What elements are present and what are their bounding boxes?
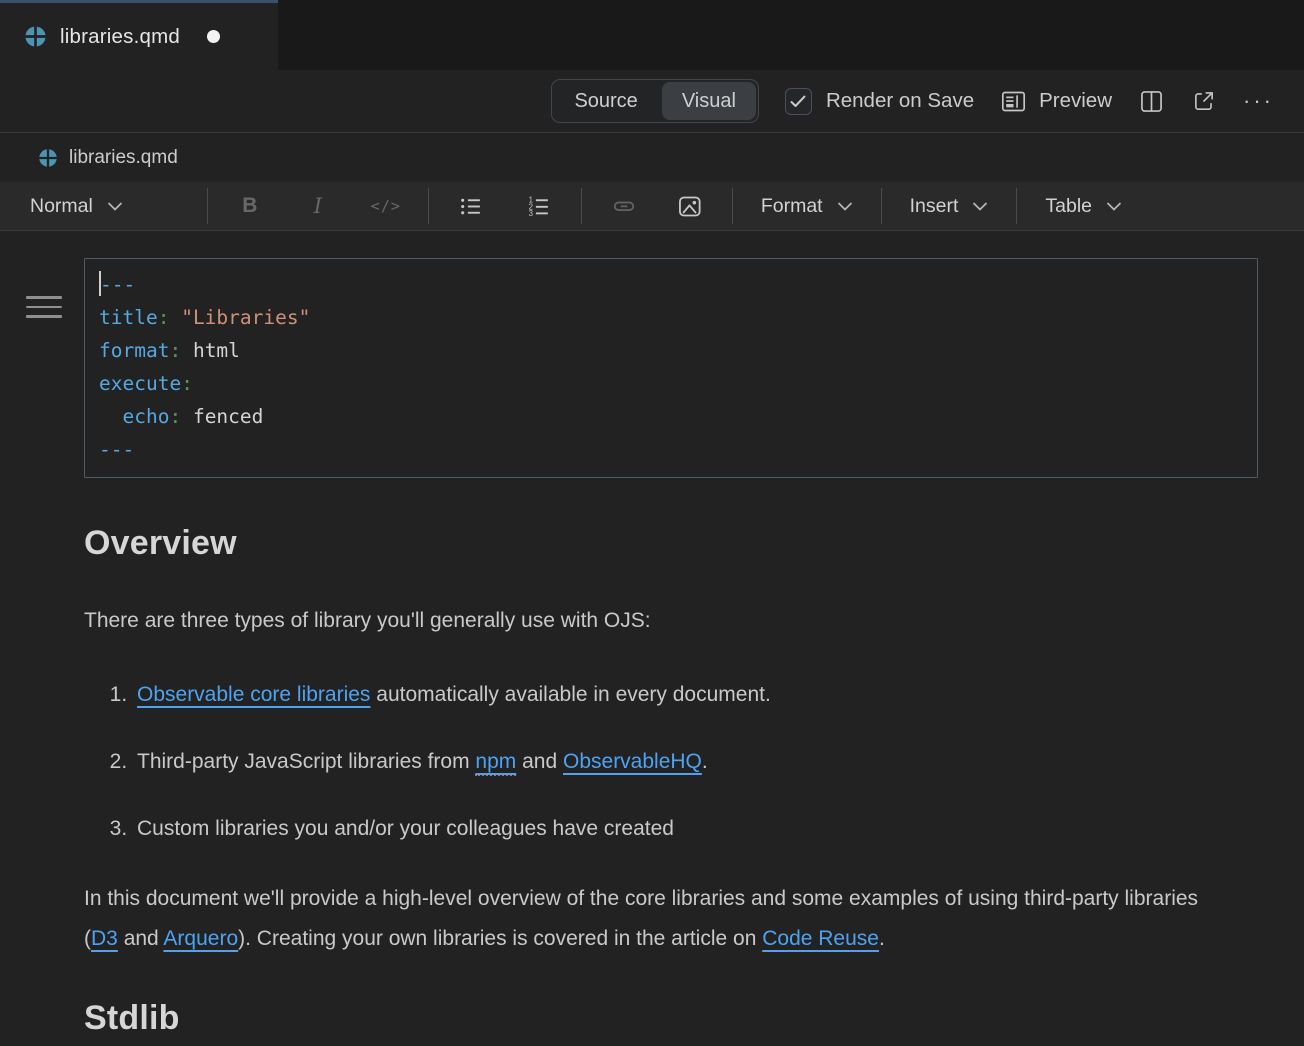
- split-editor-button[interactable]: [1138, 88, 1165, 115]
- chevron-down-icon: [972, 202, 988, 211]
- section-heading-overview: Overview: [84, 524, 1258, 563]
- link[interactable]: Observable core libraries: [137, 683, 370, 706]
- tab-title: libraries.qmd: [60, 25, 180, 49]
- link[interactable]: D3: [91, 927, 118, 950]
- editor-action-bar: Source Visual Render on Save Preview: [0, 70, 1304, 133]
- bold-icon: B: [242, 194, 257, 218]
- italic-icon: I: [314, 194, 322, 218]
- link[interactable]: Arquero: [163, 927, 238, 950]
- list-item: Third-party JavaScript libraries from np…: [133, 742, 1258, 782]
- source-mode-button[interactable]: Source: [552, 79, 659, 123]
- open-external-button[interactable]: [1191, 88, 1217, 114]
- render-on-save-option[interactable]: Render on Save: [785, 88, 974, 115]
- link-button[interactable]: [602, 186, 646, 226]
- split-editor-icon: [1138, 88, 1165, 115]
- toolbar-separator: [207, 188, 208, 224]
- inline-code-button[interactable]: </>: [364, 186, 408, 226]
- toolbar-separator: [881, 188, 882, 224]
- library-types-list: Observable core libraries automatically …: [84, 675, 1258, 849]
- code-line: title: "Libraries": [99, 301, 1243, 334]
- visual-editor-toolbar: Normal B I </> 1 2 3: [0, 182, 1304, 231]
- link-icon: [611, 193, 637, 219]
- visual-editor-document: --- title: "Libraries" format: html exec…: [0, 258, 1304, 1038]
- list-item: Observable core libraries automatically …: [133, 675, 1258, 715]
- code-line: ---: [99, 433, 1243, 466]
- tab-libraries-qmd[interactable]: libraries.qmd: [0, 0, 278, 70]
- toolbar-separator: [1016, 188, 1017, 224]
- toolbar-separator: [428, 188, 429, 224]
- preview-button[interactable]: Preview: [1000, 88, 1112, 115]
- code-line: format: html: [99, 334, 1243, 367]
- table-menu[interactable]: Table: [1037, 195, 1130, 218]
- svg-text:3: 3: [529, 209, 533, 218]
- link[interactable]: Code Reuse: [762, 927, 879, 950]
- bold-button[interactable]: B: [228, 186, 272, 226]
- list-item: Custom libraries you and/or your colleag…: [133, 809, 1258, 849]
- render-on-save-label: Render on Save: [826, 89, 974, 113]
- closing-paragraph: In this document we'll provide a high-le…: [84, 879, 1234, 959]
- block-format-dropdown[interactable]: Normal: [22, 195, 131, 218]
- more-actions-button[interactable]: ···: [1243, 88, 1274, 114]
- breadcrumb-file[interactable]: libraries.qmd: [69, 147, 178, 169]
- code-line: execute:: [99, 367, 1243, 400]
- italic-button[interactable]: I: [296, 186, 340, 226]
- block-format-label: Normal: [30, 195, 93, 218]
- chevron-down-icon: [837, 202, 853, 211]
- intro-paragraph: There are three types of library you'll …: [84, 601, 1234, 641]
- tab-bar: libraries.qmd: [0, 0, 1304, 70]
- image-button[interactable]: [668, 186, 712, 226]
- link[interactable]: ObservableHQ: [563, 750, 702, 773]
- numbered-list-icon: 1 2 3: [526, 194, 551, 219]
- open-external-icon: [1191, 88, 1217, 114]
- breadcrumb: libraries.qmd: [0, 133, 1304, 182]
- code-icon: </>: [371, 197, 401, 215]
- section-heading-stdlib: Stdlib: [84, 999, 1258, 1038]
- visual-mode-button[interactable]: Visual: [662, 82, 756, 120]
- quarto-icon: [38, 148, 58, 168]
- link[interactable]: npm: [475, 750, 516, 776]
- unsaved-indicator-dot[interactable]: [207, 30, 220, 43]
- toolbar-separator: [581, 188, 582, 224]
- numbered-list-button[interactable]: 1 2 3: [517, 186, 561, 226]
- chevron-down-icon: [1106, 202, 1122, 211]
- bullet-list-button[interactable]: [449, 186, 493, 226]
- image-icon: [676, 193, 703, 220]
- bullet-list-icon: [458, 194, 483, 219]
- block-drag-handle-icon[interactable]: [26, 296, 62, 318]
- preview-label: Preview: [1039, 89, 1112, 113]
- toolbar-separator: [732, 188, 733, 224]
- source-visual-toggle: Source Visual: [551, 79, 759, 123]
- insert-menu[interactable]: Insert: [902, 195, 997, 218]
- quarto-icon: [24, 25, 47, 48]
- format-menu[interactable]: Format: [753, 195, 861, 218]
- code-line: echo: fenced: [99, 400, 1243, 433]
- code-line: ---: [99, 268, 1243, 301]
- render-on-save-checkbox[interactable]: [785, 88, 812, 115]
- preview-icon: [1000, 88, 1027, 115]
- check-icon: [790, 95, 806, 108]
- chevron-down-icon: [107, 202, 123, 211]
- yaml-frontmatter-block[interactable]: --- title: "Libraries" format: html exec…: [84, 258, 1258, 478]
